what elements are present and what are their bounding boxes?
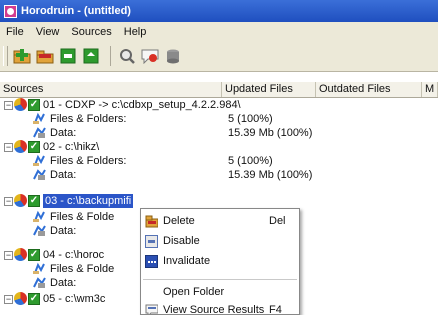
- detail-label: Files & Folde: [50, 211, 115, 223]
- detail-value: 5 (100%): [228, 113, 273, 125]
- data-icon: [33, 169, 46, 180]
- context-menu-disable[interactable]: Disable: [141, 232, 299, 251]
- checkbox-checked-icon[interactable]: ✓: [28, 293, 40, 305]
- menu-help[interactable]: Help: [118, 26, 153, 38]
- source-label: 04 - c:\horoc: [43, 249, 105, 261]
- column-outdated-files[interactable]: Outdated Files: [316, 82, 422, 97]
- tree-row-detail: Data:: [0, 224, 140, 238]
- collapse-icon[interactable]: −: [4, 251, 13, 260]
- column-updated-files[interactable]: Updated Files: [222, 82, 316, 97]
- detail-label: Data:: [50, 169, 77, 181]
- collapse-icon[interactable]: −: [4, 295, 13, 304]
- menu-bar: File View Sources Help: [0, 22, 438, 42]
- context-menu: Delete Del Disable Invalidate Open Folde…: [140, 208, 300, 315]
- delete-icon: [145, 215, 158, 228]
- detail-value: 15.39 Mb (100%): [228, 169, 313, 181]
- checkbox-checked-icon[interactable]: ✓: [28, 249, 40, 261]
- add-source-icon: [13, 49, 31, 64]
- checkbox-checked-icon[interactable]: ✓: [28, 141, 40, 153]
- context-menu-view-source-results[interactable]: View Source Results F4: [141, 301, 299, 314]
- detail-label: Data:: [50, 277, 77, 289]
- toolbar-separator: [110, 46, 111, 66]
- disk-icon: [167, 49, 179, 64]
- pie-chart-icon: [14, 98, 27, 111]
- tree-row-detail: Data: 15.39 Mb (100%): [0, 168, 438, 182]
- detail-label: Files & Folde: [50, 263, 115, 275]
- source-label: 02 - c:\hikz\: [43, 141, 100, 153]
- files-folders-icon: [33, 154, 45, 166]
- tree-row-detail: Data: 15.39 Mb (100%): [0, 126, 438, 140]
- tree-row-detail: Data:: [0, 276, 140, 290]
- disable-icon: [145, 235, 158, 248]
- context-menu-invalidate[interactable]: Invalidate: [141, 252, 299, 271]
- context-menu-open-folder[interactable]: Open Folder: [141, 283, 299, 302]
- context-menu-separator: [143, 279, 297, 280]
- context-menu-delete[interactable]: Delete Del: [141, 212, 299, 231]
- column-header: Sources Updated Files Outdated Files M: [0, 82, 438, 98]
- pie-chart-icon: [14, 248, 27, 261]
- tree-row-source[interactable]: − ✓ 04 - c:\horoc: [0, 248, 140, 262]
- refresh-button[interactable]: [81, 46, 101, 66]
- disk-button[interactable]: [163, 46, 183, 66]
- column-sources[interactable]: Sources: [0, 82, 222, 97]
- data-icon: [33, 127, 46, 138]
- toolbar-grip[interactable]: [3, 46, 8, 66]
- tree-row-detail: Files & Folders: 5 (100%): [0, 112, 438, 126]
- remove-source-button[interactable]: [35, 46, 55, 66]
- detail-value: 15.39 Mb (100%): [228, 127, 313, 139]
- data-icon: [33, 277, 46, 288]
- tree-row-source-selected[interactable]: − ✓ 03 - c:\backupmifi: [0, 194, 438, 208]
- collapse-icon[interactable]: −: [4, 101, 13, 110]
- column-m[interactable]: M: [422, 82, 438, 97]
- tree-row-source[interactable]: − ✓ 02 - c:\hikz\: [0, 140, 438, 154]
- detail-value: 5 (100%): [228, 155, 273, 167]
- menu-sources[interactable]: Sources: [65, 26, 117, 38]
- checkbox-checked-icon[interactable]: ✓: [28, 99, 40, 111]
- tree-row-detail: Files & Folde: [0, 210, 140, 224]
- tree-row-source[interactable]: − ✓ 05 - c:\wm3c: [0, 292, 140, 306]
- comment-icon: [141, 49, 159, 64]
- add-source-button[interactable]: [12, 46, 32, 66]
- source-label: 01 - CDXP -> c:\cdbxp_setup_4.2.2.984\: [43, 99, 241, 111]
- refresh-icon: [83, 48, 99, 64]
- collapse-icon[interactable]: −: [4, 197, 13, 206]
- collapse-icon[interactable]: −: [4, 143, 13, 152]
- title-bar: Horodruin - (untitled): [0, 0, 438, 22]
- tree-row-source[interactable]: − ✓ 01 - CDXP -> c:\cdbxp_setup_4.2.2.98…: [0, 98, 438, 112]
- files-folders-icon: [33, 210, 45, 222]
- detail-label: Files & Folders:: [50, 155, 127, 167]
- tree-row-detail: Files & Folders: 5 (100%): [0, 154, 438, 168]
- detail-label: Data:: [50, 127, 77, 139]
- source-label: 03 - c:\backupmifi: [43, 194, 134, 208]
- checkbox-checked-icon[interactable]: ✓: [28, 195, 40, 207]
- files-folders-icon: [33, 112, 45, 124]
- files-folders-icon: [33, 262, 45, 274]
- pie-chart-icon: [14, 292, 27, 305]
- search-icon: [120, 49, 135, 64]
- pie-chart-icon: [14, 140, 27, 153]
- app-logo-icon: [4, 4, 17, 18]
- comment-button[interactable]: [140, 46, 160, 66]
- detail-label: Files & Folders:: [50, 113, 127, 125]
- enable-button[interactable]: [58, 46, 78, 66]
- data-icon: [33, 225, 46, 236]
- toolbar: [0, 41, 438, 72]
- window-title: Horodruin - (untitled): [21, 5, 131, 17]
- source-label: 05 - c:\wm3c: [43, 293, 106, 305]
- enable-icon: [60, 48, 76, 64]
- menu-view[interactable]: View: [30, 26, 66, 38]
- remove-source-icon: [36, 50, 54, 64]
- tree-row-detail: Files & Folde: [0, 262, 140, 276]
- search-button[interactable]: [117, 46, 137, 66]
- detail-label: Data:: [50, 225, 77, 237]
- invalidate-icon: [145, 255, 158, 268]
- menu-file[interactable]: File: [0, 26, 30, 38]
- pie-chart-icon: [14, 194, 27, 207]
